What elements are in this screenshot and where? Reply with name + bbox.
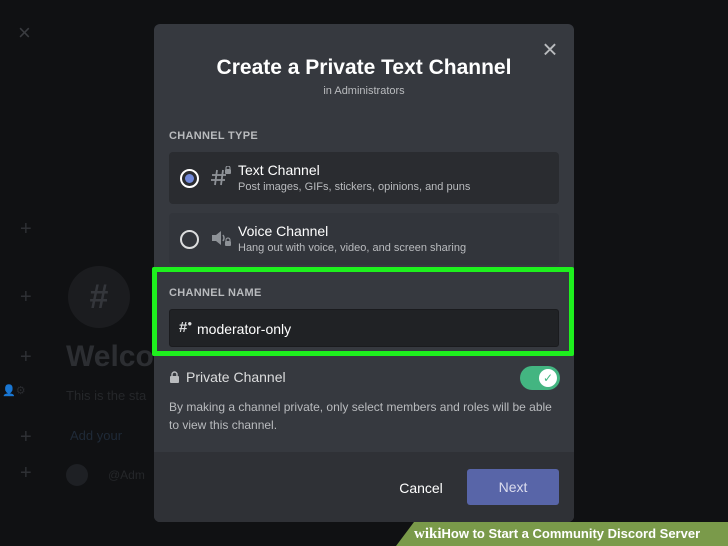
radio-unselected-icon[interactable] (180, 230, 199, 249)
hash-lock-icon: #● (179, 319, 193, 336)
private-channel-label: Private Channel (186, 369, 286, 385)
channel-name-input[interactable] (197, 310, 547, 348)
option-description: Post images, GIFs, stickers, opinions, a… (238, 181, 471, 193)
background-close-icon: × (18, 20, 31, 45)
channel-type-label: CHANNEL TYPE (169, 130, 258, 142)
channel-type-option-voice[interactable]: Voice Channel Hang out with voice, video… (169, 213, 559, 265)
option-name: Voice Channel (238, 223, 329, 239)
background-link: Add your (70, 428, 123, 443)
option-description: Hang out with voice, video, and screen s… (238, 242, 467, 254)
cancel-button[interactable]: Cancel (386, 476, 456, 500)
channel-name-label: CHANNEL NAME (169, 287, 262, 299)
modal-title: Create a Private Text Channel (216, 56, 512, 79)
background-plus-icon: + (20, 426, 32, 448)
radio-selected-icon[interactable] (180, 169, 199, 188)
wikihow-banner-text: wikiHow to Start a Community Discord Ser… (414, 526, 700, 543)
background-welcome-heading: Welco (66, 340, 154, 373)
channel-type-option-text[interactable]: Text Channel Post images, GIFs, stickers… (169, 152, 559, 204)
background-channel-hash-icon: # (68, 266, 130, 328)
channel-name-field[interactable]: #● (169, 309, 559, 348)
modal-subtitle: in Administrators (323, 85, 405, 97)
private-channel-description: By making a channel private, only select… (169, 400, 552, 432)
background-plus-icon: + (20, 218, 32, 240)
background-avatar (66, 464, 88, 486)
lock-icon (170, 371, 179, 383)
wikihow-logo: wiki (414, 526, 442, 542)
hash-lock-icon (210, 165, 232, 188)
option-name: Text Channel (238, 162, 320, 178)
background-plus-icon: + (20, 286, 32, 308)
private-channel-toggle[interactable]: ✓ (520, 366, 560, 390)
background-plus-icon: + (20, 462, 32, 484)
check-icon: ✓ (539, 369, 557, 387)
speaker-lock-icon (210, 227, 232, 249)
background-members-icon: 👤⚙ (2, 385, 26, 397)
wikihow-title: How to Start a Community Discord Server (441, 526, 701, 541)
create-channel-modal: × Create a Private Text Channel in Admin… (154, 24, 574, 522)
next-button[interactable]: Next (467, 469, 559, 505)
background-plus-icon: + (20, 346, 32, 368)
background-welcome-subtext: This is the sta (66, 388, 147, 403)
background-mention: @Adm (108, 468, 145, 482)
private-channel-row: Private Channel (169, 369, 286, 385)
